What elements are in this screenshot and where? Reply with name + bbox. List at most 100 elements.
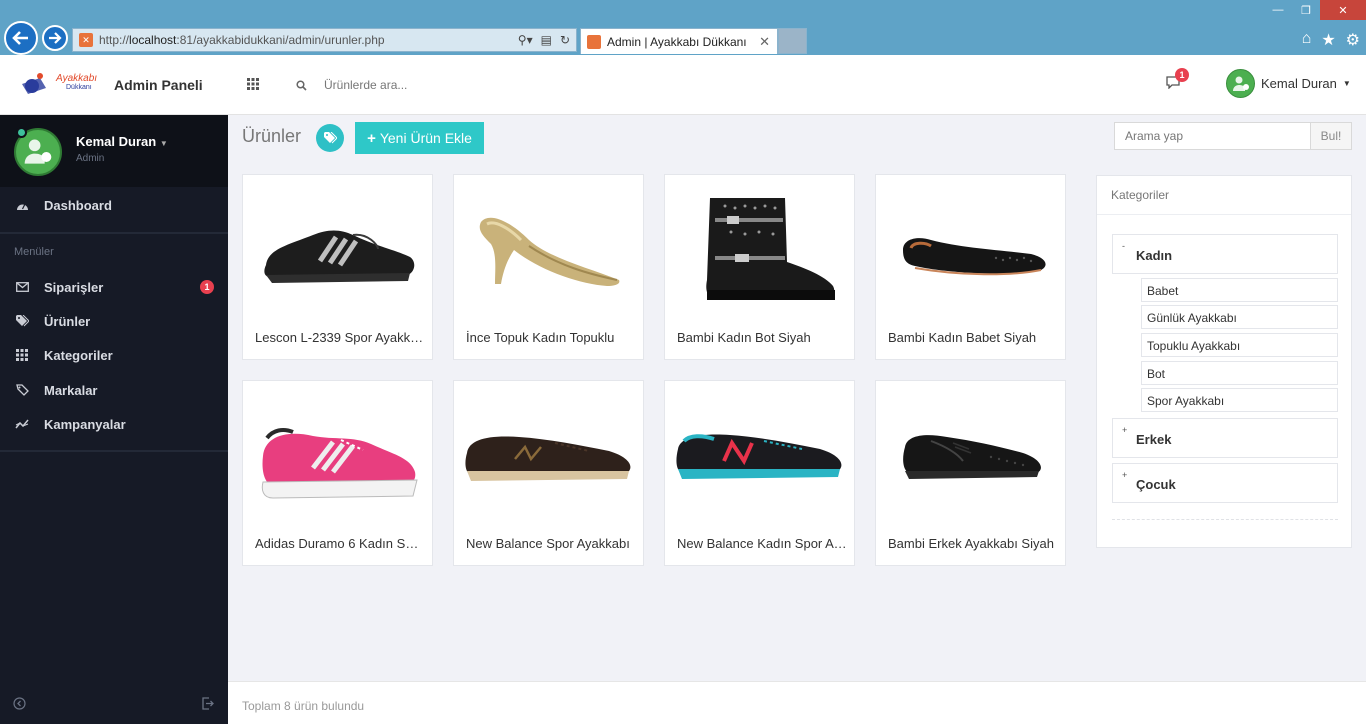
product-count-text: Toplam 8 ürün bulundu [242,699,365,713]
subcategory-item[interactable]: Spor Ayakkabı [1141,388,1338,412]
logo[interactable]: Ayakkabı Dükkanı [18,68,98,100]
caret-down-icon: ▼ [159,139,168,148]
search-submit-button[interactable]: Bul! [1310,122,1352,150]
tags-icon [15,315,29,327]
product-card[interactable]: New Balance Spor Ayakkabı [453,380,644,566]
gear-icon[interactable]: ⚙ [1346,30,1360,50]
category-item-erkek[interactable]: + Erkek [1112,418,1338,458]
expand-toggle[interactable]: + [1122,470,1127,480]
subcategory-item[interactable]: Babet [1141,278,1338,302]
collapse-toggle[interactable]: - [1122,241,1125,251]
logout-icon[interactable] [201,697,214,713]
divider [0,232,228,234]
grid-icon [15,349,29,361]
sidebar-user-role: Admin [76,153,105,164]
new-tab-button[interactable] [778,28,807,54]
page-footer: Toplam 8 ürün bulundu [228,681,1366,724]
page-title: Ürünler [242,126,302,146]
arrow-right-icon [49,32,62,44]
arrow-left-icon [12,31,28,45]
categories-title: Kategoriler [1111,188,1170,202]
compat-icon[interactable]: ▤ [541,33,552,47]
sidebar-item-markalar[interactable]: Markalar [0,376,228,404]
expand-toggle[interactable]: + [1122,425,1127,435]
product-card[interactable]: Bambi Kadın Babet Siyah [875,174,1066,360]
refresh-icon[interactable]: ↻ [560,33,570,47]
sidebar: Kemal Duran ▼ Admin Dashboard Menüler Si… [0,115,228,724]
search-icon[interactable]: ⚲▾ [518,33,533,47]
category-label: Çocuk [1136,477,1176,492]
sidebar-item-kampanyalar[interactable]: Kampanyalar [0,410,228,438]
window-close-button[interactable]: ✕ [1320,0,1366,20]
star-icon[interactable]: ★ [1321,30,1335,50]
tags-button[interactable] [316,124,344,152]
brand-title: Admin Paneli [114,77,203,93]
caret-down-icon: ▼ [1342,79,1351,88]
envelope-icon [15,282,29,292]
categories-panel: Kategoriler - Kadın Babet Günlük Ayakkab… [1096,175,1352,548]
product-name: New Balance Spor Ayakkabı [466,536,630,551]
category-item-kadin[interactable]: - Kadın [1112,234,1338,274]
menu-section-label: Menüler [14,246,54,258]
app-header: Ayakkabı Dükkanı Admin Paneli 1 Kemal Du… [0,55,1366,115]
sidebar-footer [0,686,228,724]
sidebar-user-name[interactable]: Kemal Duran ▼ [76,134,168,149]
subcategory-item[interactable]: Günlük Ayakkabı [1141,305,1338,329]
plus-icon: + [367,129,376,147]
chart-line-icon [15,419,29,429]
subcategory-item[interactable]: Topuklu Ayakkabı [1141,333,1338,357]
product-image [458,385,639,527]
home-icon[interactable]: ⌂ [1302,30,1312,50]
sidebar-item-siparisler[interactable]: Siparişler 1 [0,273,228,301]
product-card[interactable]: Adidas Duramo 6 Kadın Spor Ayakkabı [242,380,433,566]
product-name: İnce Topuk Kadın Topuklu [466,330,615,345]
apps-grid-icon[interactable] [247,78,259,93]
sidebar-item-label: Markalar [44,382,98,398]
search-icon [296,79,307,94]
product-image [880,385,1061,527]
subcategory-item[interactable]: Bot [1141,361,1338,385]
user-menu[interactable]: Kemal Duran ▼ [1226,69,1351,98]
product-image [247,179,428,321]
sidebar-item-label: Kategoriler [44,347,113,363]
product-name: Bambi Kadın Bot Siyah [677,330,811,345]
collapse-sidebar-icon[interactable] [13,697,26,713]
orders-count-badge: 1 [200,280,214,294]
product-name: New Balance Kadın Spor Ayakkabı [677,536,847,551]
product-card[interactable]: Bambi Kadın Bot Siyah [664,174,855,360]
browser-tab[interactable]: Admin | Ayakkabı Dükkanı ✕ [580,28,778,54]
sidebar-user-panel: Kemal Duran ▼ Admin [0,115,228,187]
minimize-button[interactable]: — [1264,0,1292,20]
xampp-favicon-icon [587,34,601,49]
product-image [247,385,428,527]
add-product-button[interactable]: + Yeni Ürün Ekle [355,122,484,154]
product-name: Adidas Duramo 6 Kadın Spor Ayakkabı [255,536,425,551]
maximize-button[interactable]: ❐ [1292,0,1320,20]
product-image [669,385,850,527]
product-card[interactable]: İnce Topuk Kadın Topuklu [453,174,644,360]
divider [0,450,228,452]
online-status-dot [16,127,27,138]
back-button[interactable] [4,21,38,55]
search-input[interactable] [1114,122,1311,150]
product-card[interactable]: Lescon L-2339 Spor Ayakkabı [242,174,433,360]
address-bar[interactable]: ✕ http://localhost:81/ayakkabidukkani/ad… [72,28,577,52]
close-tab-icon[interactable]: ✕ [759,34,770,50]
add-product-label: Yeni Ürün Ekle [379,130,472,146]
forward-button[interactable] [42,25,68,51]
tab-title: Admin | Ayakkabı Dükkanı [607,34,747,49]
url-text: http://localhost:81/ayakkabidukkani/admi… [99,33,385,47]
avatar [1226,69,1255,98]
divider [1112,519,1338,520]
sidebar-item-label: Ürünler [44,313,91,329]
product-search-input[interactable] [316,73,616,97]
category-item-cocuk[interactable]: + Çocuk [1112,463,1338,503]
product-name: Bambi Erkek Ayakkabı Siyah [888,536,1054,551]
product-card[interactable]: Bambi Erkek Ayakkabı Siyah [875,380,1066,566]
sidebar-item-kategoriler[interactable]: Kategoriler [0,341,228,369]
sidebar-item-dashboard[interactable]: Dashboard [0,191,228,219]
bookmark-icon [15,384,29,396]
logo-text: Ayakkabı [56,73,98,84]
sidebar-item-urunler[interactable]: Ürünler [0,307,228,335]
product-card[interactable]: New Balance Kadın Spor Ayakkabı [664,380,855,566]
